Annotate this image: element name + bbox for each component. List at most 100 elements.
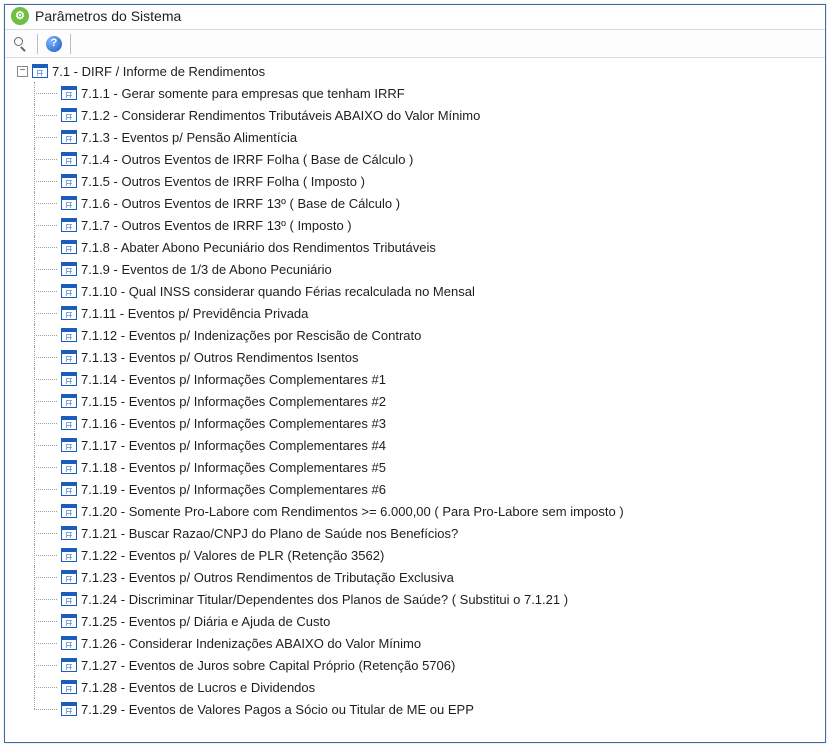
tree-item[interactable]: 7.1.11 - Eventos p/ Previdência Privada [25,302,821,324]
tree-connector [29,456,57,478]
tree-connector [29,632,57,654]
table-icon [61,196,77,210]
tree-item[interactable]: 7.1.6 - Outros Eventos de IRRF 13º ( Bas… [25,192,821,214]
tree-connector [29,148,57,170]
tree-root-node[interactable]: − 7.1 - DIRF / Informe de Rendimentos [9,60,821,82]
tree-item[interactable]: 7.1.20 - Somente Pro-Labore com Rendimen… [25,500,821,522]
tree-connector [29,610,57,632]
tree-item-label: 7.1.21 - Buscar Razao/CNPJ do Plano de S… [81,526,458,541]
tree-item[interactable]: 7.1.27 - Eventos de Juros sobre Capital … [25,654,821,676]
tree-item[interactable]: 7.1.10 - Qual INSS considerar quando Fér… [25,280,821,302]
tree-item[interactable]: 7.1.7 - Outros Eventos de IRRF 13º ( Imp… [25,214,821,236]
tree-connector [29,170,57,192]
table-icon [61,306,77,320]
search-icon [13,36,29,52]
tree-connector [29,192,57,214]
window-title: Parâmetros do Sistema [35,8,181,24]
table-icon [61,152,77,166]
tree-connector [29,324,57,346]
tree-item-label: 7.1.5 - Outros Eventos de IRRF Folha ( I… [81,174,365,189]
app-icon: ⚙ [11,7,29,25]
tree-item-label: 7.1.22 - Eventos p/ Valores de PLR (Rete… [81,548,384,563]
tree-item[interactable]: 7.1.21 - Buscar Razao/CNPJ do Plano de S… [25,522,821,544]
help-button[interactable]: ? [42,32,66,56]
table-icon [61,438,77,452]
table-icon [61,614,77,628]
table-icon [61,416,77,430]
tree-item[interactable]: 7.1.4 - Outros Eventos de IRRF Folha ( B… [25,148,821,170]
table-icon [61,350,77,364]
tree-item[interactable]: 7.1.3 - Eventos p/ Pensão Alimentícia [25,126,821,148]
tree-item-label: 7.1.28 - Eventos de Lucros e Dividendos [81,680,315,695]
tree-item[interactable]: 7.1.16 - Eventos p/ Informações Compleme… [25,412,821,434]
tree-item-label: 7.1.11 - Eventos p/ Previdência Privada [81,306,308,321]
tree-item-label: 7.1.23 - Eventos p/ Outros Rendimentos d… [81,570,454,585]
tree-connector [29,280,57,302]
tree-item-label: 7.1.24 - Discriminar Titular/Dependentes… [81,592,568,607]
table-icon [61,482,77,496]
tree-connector [29,214,57,236]
tree-item[interactable]: 7.1.2 - Considerar Rendimentos Tributáve… [25,104,821,126]
table-icon [32,64,48,78]
tree-item-label: 7.1.16 - Eventos p/ Informações Compleme… [81,416,386,431]
tree-item[interactable]: 7.1.12 - Eventos p/ Indenizações por Res… [25,324,821,346]
tree-item[interactable]: 7.1.28 - Eventos de Lucros e Dividendos [25,676,821,698]
tree-item-label: 7.1.20 - Somente Pro-Labore com Rendimen… [81,504,624,519]
tree-connector [29,302,57,324]
tree-connector [29,82,57,104]
tree-item[interactable]: 7.1.26 - Considerar Indenizações ABAIXO … [25,632,821,654]
tree-connector [29,258,57,280]
tree-connector [29,104,57,126]
table-icon [61,218,77,232]
tree-item-label: 7.1.14 - Eventos p/ Informações Compleme… [81,372,386,387]
tree-item-label: 7.1.9 - Eventos de 1/3 de Abono Pecuniár… [81,262,332,277]
tree-root-label: 7.1 - DIRF / Informe de Rendimentos [52,64,265,79]
tree-item[interactable]: 7.1.22 - Eventos p/ Valores de PLR (Rete… [25,544,821,566]
tree-item-label: 7.1.19 - Eventos p/ Informações Compleme… [81,482,386,497]
tree-connector [29,500,57,522]
tree-item[interactable]: 7.1.13 - Eventos p/ Outros Rendimentos I… [25,346,821,368]
tree-children: 7.1.1 - Gerar somente para empresas que … [9,82,821,720]
titlebar: ⚙ Parâmetros do Sistema [5,5,825,30]
tree-item-label: 7.1.18 - Eventos p/ Informações Compleme… [81,460,386,475]
tree-item-label: 7.1.17 - Eventos p/ Informações Compleme… [81,438,386,453]
expander-icon[interactable]: − [17,66,28,77]
tree-item[interactable]: 7.1.17 - Eventos p/ Informações Compleme… [25,434,821,456]
tree-item-label: 7.1.7 - Outros Eventos de IRRF 13º ( Imp… [81,218,352,233]
table-icon [61,548,77,562]
tree-item[interactable]: 7.1.1 - Gerar somente para empresas que … [25,82,821,104]
tree-connector [29,588,57,610]
tree-item[interactable]: 7.1.8 - Abater Abono Pecuniário dos Rend… [25,236,821,258]
tree-view[interactable]: − 7.1 - DIRF / Informe de Rendimentos 7.… [5,58,825,742]
tree-connector [29,566,57,588]
tree-item[interactable]: 7.1.9 - Eventos de 1/3 de Abono Pecuniár… [25,258,821,280]
tree-item-label: 7.1.10 - Qual INSS considerar quando Fér… [81,284,475,299]
tree-connector [29,434,57,456]
tree-item[interactable]: 7.1.15 - Eventos p/ Informações Compleme… [25,390,821,412]
tree-connector [29,654,57,676]
tree-item[interactable]: 7.1.14 - Eventos p/ Informações Compleme… [25,368,821,390]
table-icon [61,460,77,474]
table-icon [61,592,77,606]
help-icon: ? [46,36,62,52]
tree-item-label: 7.1.4 - Outros Eventos de IRRF Folha ( B… [81,152,413,167]
tree-item-label: 7.1.25 - Eventos p/ Diária e Ajuda de Cu… [81,614,330,629]
tree-item[interactable]: 7.1.29 - Eventos de Valores Pagos a Sóci… [25,698,821,720]
table-icon [61,108,77,122]
tree-item[interactable]: 7.1.5 - Outros Eventos de IRRF Folha ( I… [25,170,821,192]
tree-item[interactable]: 7.1.18 - Eventos p/ Informações Compleme… [25,456,821,478]
tree-connector [29,544,57,566]
tree-item-label: 7.1.15 - Eventos p/ Informações Compleme… [81,394,386,409]
table-icon [61,526,77,540]
table-icon [61,130,77,144]
tree-item[interactable]: 7.1.24 - Discriminar Titular/Dependentes… [25,588,821,610]
table-icon [61,702,77,716]
search-button[interactable] [9,32,33,56]
tree-connector [29,346,57,368]
tree-item[interactable]: 7.1.23 - Eventos p/ Outros Rendimentos d… [25,566,821,588]
tree-connector [29,126,57,148]
toolbar-separator [70,34,71,54]
tree-item[interactable]: 7.1.25 - Eventos p/ Diária e Ajuda de Cu… [25,610,821,632]
tree-item-label: 7.1.3 - Eventos p/ Pensão Alimentícia [81,130,297,145]
tree-item[interactable]: 7.1.19 - Eventos p/ Informações Compleme… [25,478,821,500]
